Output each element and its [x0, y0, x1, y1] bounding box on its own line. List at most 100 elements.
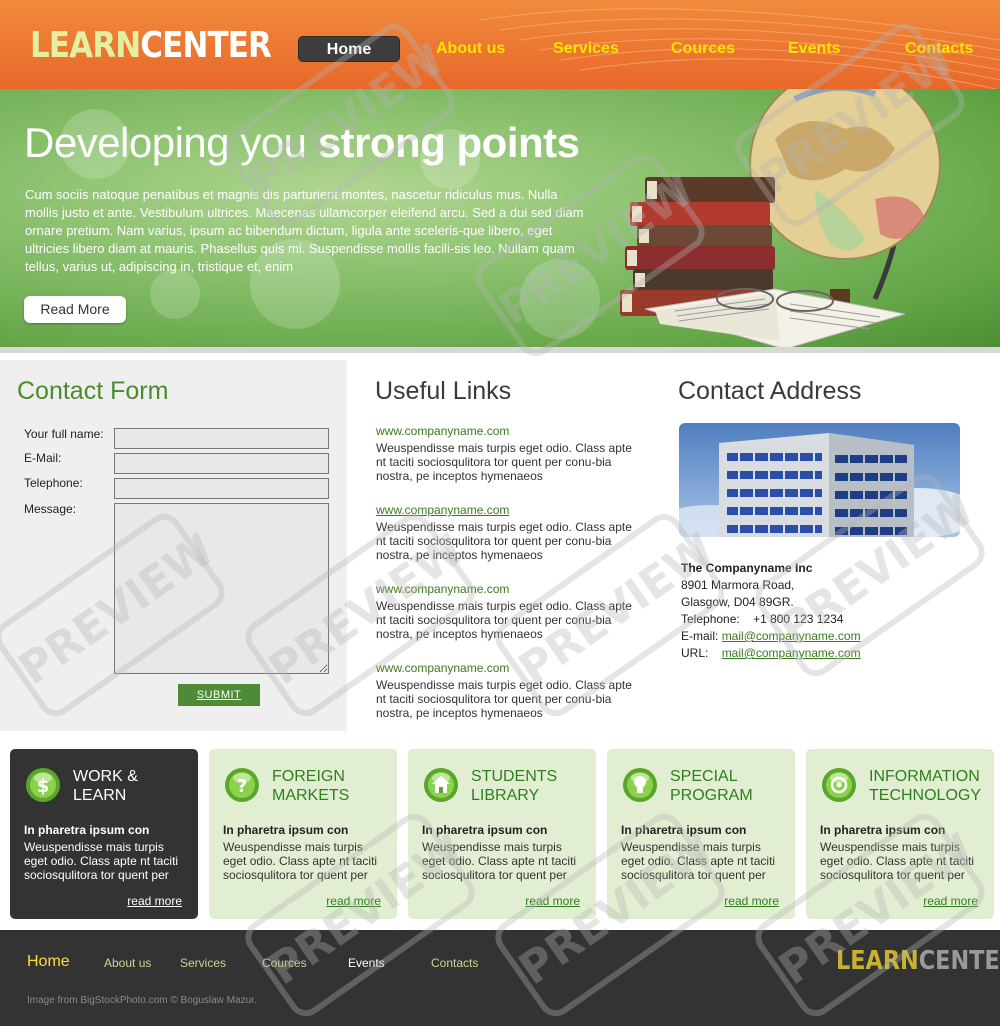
dollar-icon: $: [26, 768, 60, 802]
link-description: Weuspendisse mais turpis eget odio. Clas…: [376, 441, 632, 483]
feature-title-line2: LIBRARY: [471, 787, 540, 804]
hero-title-light: Developing you: [24, 119, 318, 166]
url-label: URL:: [681, 646, 709, 660]
feature-subtitle: In pharetra ipsum con: [223, 823, 349, 837]
read-more-link[interactable]: read more: [724, 894, 779, 908]
telephone-input[interactable]: [114, 478, 329, 499]
bokeh-decoration: [150, 269, 200, 319]
hero-title: Developing you strong points: [24, 119, 580, 167]
read-more-link[interactable]: read more: [127, 894, 182, 908]
nav-about-us[interactable]: About us: [436, 36, 505, 62]
image-credit: Image from BigStockPhoto.com © Boguslaw …: [27, 995, 257, 1006]
feature-title-line1: SPECIAL: [670, 768, 738, 785]
header: LEARNCENTER Home About us Services Courc…: [0, 0, 1000, 89]
feature-special-program: SPECIAL PROGRAM In pharetra ipsum con We…: [607, 749, 795, 919]
home-icon: [424, 768, 458, 802]
message-textarea[interactable]: [114, 503, 329, 674]
feature-information-technology: INFORMATION TECHNOLOGY In pharetra ipsum…: [806, 749, 994, 919]
link-item: www.companyname.com Weuspendisse mais tu…: [376, 582, 636, 641]
link-url[interactable]: www.companyname.com: [376, 582, 636, 596]
feature-title-line2: TECHNOLOGY: [869, 787, 982, 804]
feature-title: STUDENTS LIBRARY: [471, 767, 596, 805]
address-email-row: E-mail: mail@companyname.com: [681, 628, 861, 645]
footer-nav-cources[interactable]: Cources: [262, 956, 307, 970]
address-url-row: URL: mail@companyname.com: [681, 645, 861, 662]
footer: Home About us Services Cources Events Co…: [0, 930, 1000, 1026]
link-description: Weuspendisse mais turpis eget odio. Clas…: [376, 678, 632, 720]
nav-cources[interactable]: Cources: [671, 36, 735, 62]
footer-logo-center: CENTER: [918, 946, 1000, 976]
feature-title-line1: WORK &: [73, 768, 138, 785]
footer-nav-home[interactable]: Home: [27, 953, 70, 971]
feature-work-learn: $ WORK & LEARN In pharetra ipsum con Weu…: [10, 749, 198, 919]
nav-events[interactable]: Events: [788, 36, 840, 62]
link-description: Weuspendisse mais turpis eget odio. Clas…: [376, 520, 632, 562]
feature-subtitle: In pharetra ipsum con: [422, 823, 548, 837]
target-icon: [822, 768, 856, 802]
books-globe-illustration: [620, 89, 941, 349]
svg-text:?: ?: [237, 776, 247, 797]
link-item: www.companyname.com Weuspendisse mais tu…: [376, 424, 636, 483]
telephone-value: +1 800 123 1234: [753, 612, 844, 626]
message-label: Message:: [24, 502, 77, 516]
footer-nav-contacts[interactable]: Contacts: [431, 956, 478, 970]
email-input[interactable]: [114, 453, 329, 474]
link-item: www.companyname.com Weuspendisse mais tu…: [376, 661, 636, 720]
nav-services[interactable]: Services: [553, 36, 619, 62]
footer-nav-services[interactable]: Services: [180, 956, 226, 970]
feature-students-library: STUDENTS LIBRARY In pharetra ipsum con W…: [408, 749, 596, 919]
feature-text: Weuspendisse mais turpis eget odio. Clas…: [422, 840, 577, 882]
name-label: Your full name:: [24, 427, 104, 441]
link-description: Weuspendisse mais turpis eget odio. Clas…: [376, 599, 632, 641]
feature-text: Weuspendisse mais turpis eget odio. Clas…: [621, 840, 776, 882]
footer-nav-events[interactable]: Events: [348, 956, 385, 970]
address-street: 8901 Marmora Road,: [681, 578, 795, 592]
building-photo: [679, 423, 960, 537]
url-link[interactable]: mail@companyname.com: [722, 646, 861, 660]
feature-title: WORK & LEARN: [73, 767, 198, 805]
feature-text: Weuspendisse mais turpis eget odio. Clas…: [820, 840, 975, 882]
footer-nav-about-us[interactable]: About us: [104, 956, 151, 970]
link-item: www.companyname.com Weuspendisse mais tu…: [376, 503, 636, 562]
address-telephone-row: Telephone: +1 800 123 1234: [681, 611, 861, 628]
feature-title-line1: STUDENTS: [471, 768, 558, 785]
feature-subtitle: In pharetra ipsum con: [621, 823, 747, 837]
hero-text: Cum sociis natoque penatibus et magnis d…: [25, 187, 584, 274]
question-icon: ?: [225, 768, 259, 802]
address-city: Glasgow, D04 89GR.: [681, 595, 794, 609]
nav-home[interactable]: Home: [298, 36, 400, 62]
address-block: The Companyname Inc 8901 Marmora Road, G…: [681, 560, 861, 662]
email-link[interactable]: mail@companyname.com: [722, 629, 861, 643]
feature-title: INFORMATION TECHNOLOGY: [869, 767, 994, 805]
link-url[interactable]: www.companyname.com: [376, 503, 636, 517]
feature-text: Weuspendisse mais turpis eget odio. Clas…: [223, 840, 378, 882]
telephone-label: Telephone:: [681, 612, 740, 626]
lightbulb-icon: [623, 768, 657, 802]
read-more-button[interactable]: Read More: [24, 296, 126, 323]
main-nav: Home About us Services Cources Events Co…: [0, 36, 1000, 62]
read-more-link[interactable]: read more: [525, 894, 580, 908]
read-more-link[interactable]: read more: [923, 894, 978, 908]
feature-title: SPECIAL PROGRAM: [670, 767, 795, 805]
nav-contacts[interactable]: Contacts: [905, 36, 973, 62]
hero-banner: Developing you strong points Cum sociis …: [0, 89, 1000, 349]
feature-title-line1: INFORMATION: [869, 768, 980, 785]
email-label: E-mail:: [681, 629, 719, 643]
useful-links-title: Useful Links: [375, 377, 512, 405]
link-url[interactable]: www.companyname.com: [376, 661, 636, 675]
feature-title-line2: LEARN: [73, 787, 127, 804]
link-url[interactable]: www.companyname.com: [376, 424, 636, 438]
feature-title-line2: MARKETS: [272, 787, 350, 804]
footer-logo[interactable]: LEARNCENTER: [836, 946, 1000, 976]
contact-form: Contact Form Your full name: E-Mail: Tel…: [0, 360, 347, 731]
contact-address-title: Contact Address: [678, 377, 862, 405]
feature-subtitle: In pharetra ipsum con: [24, 823, 150, 837]
feature-title-line1: FOREIGN: [272, 768, 345, 785]
read-more-link[interactable]: read more: [326, 894, 381, 908]
hero-title-bold: strong points: [317, 119, 580, 166]
feature-foreign-markets: ? FOREIGN MARKETS In pharetra ipsum con …: [209, 749, 397, 919]
submit-button[interactable]: SUBMIT: [178, 684, 260, 706]
name-input[interactable]: [114, 428, 329, 449]
svg-text:$: $: [37, 776, 50, 797]
feature-subtitle: In pharetra ipsum con: [820, 823, 946, 837]
